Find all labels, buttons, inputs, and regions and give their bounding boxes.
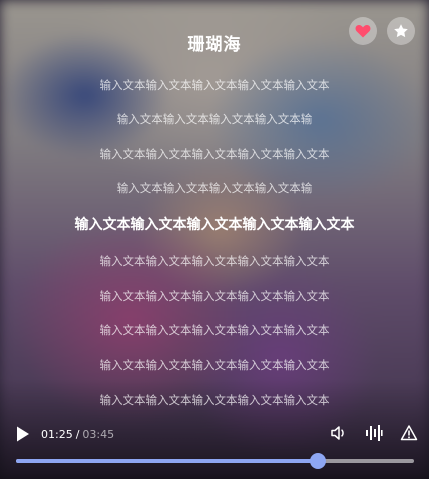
playback-controls: 01:25/03:45 (0, 420, 429, 448)
heart-icon (355, 25, 371, 38)
sound-effect-button[interactable] (365, 424, 383, 446)
lyric-line: 输入文本输入文本输入文本输入文本输入文本 (99, 78, 330, 92)
lyric-line: 输入文本输入文本输入文本输入文本输 (116, 181, 313, 195)
volume-button[interactable] (330, 424, 348, 446)
lyric-line: 输入文本输入文本输入文本输入文本输入文本 (99, 289, 330, 303)
report-button[interactable] (400, 424, 418, 446)
star-icon (394, 24, 408, 38)
volume-icon (331, 426, 344, 440)
lyric-line-active: 输入文本输入文本输入文本输入文本输入文本 (74, 217, 355, 233)
warning-icon (400, 425, 418, 441)
lyric-line: 输入文本输入文本输入文本输入文本输 (116, 112, 313, 126)
lyric-line: 输入文本输入文本输入文本输入文本输入文本 (99, 147, 330, 161)
lyric-line: 输入文本输入文本输入文本输入文本输入文本 (99, 393, 330, 407)
lyric-line: 输入文本输入文本输入文本输入文本输入文本 (99, 254, 330, 268)
sound-wave-icon (366, 425, 383, 441)
progress-fill (16, 459, 319, 463)
progress-bar[interactable] (16, 453, 414, 469)
favorite-button[interactable] (387, 17, 415, 45)
total-time: 03:45 (82, 428, 115, 441)
play-icon (17, 426, 29, 442)
play-button[interactable] (16, 426, 30, 446)
lyric-line: 输入文本输入文本输入文本输入文本输入文本 (99, 323, 330, 337)
time-separator: / (75, 428, 80, 441)
current-time: 01:25 (41, 428, 73, 441)
time-display: 01:25/03:45 (41, 428, 114, 441)
like-button[interactable] (349, 17, 377, 45)
lyric-line: 输入文本输入文本输入文本输入文本输入文本 (99, 358, 330, 372)
